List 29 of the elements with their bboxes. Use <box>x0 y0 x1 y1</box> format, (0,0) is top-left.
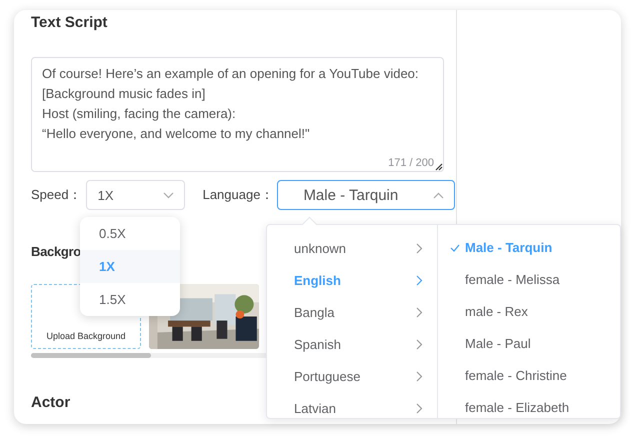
voice-option[interactable]: male - Rex <box>438 296 620 328</box>
section-title: Text Script <box>31 14 108 33</box>
chevron-down-icon <box>162 192 174 198</box>
chevron-right-icon <box>416 306 423 318</box>
section-title: Backgro <box>31 244 81 259</box>
language-option[interactable]: unknown <box>267 232 437 264</box>
language-option[interactable]: Bangla <box>267 296 437 328</box>
language-label: Language： <box>202 186 274 204</box>
language-option[interactable]: Latvian <box>267 392 437 418</box>
language-select[interactable]: Male - Tarquin <box>277 180 456 210</box>
chevron-up-icon <box>433 192 444 198</box>
chevron-right-icon <box>416 338 423 350</box>
character-counter: 171 / 200 <box>388 157 434 169</box>
chevron-right-icon <box>416 242 423 254</box>
voice-option[interactable]: female - Elizabeth <box>438 392 620 418</box>
chevron-right-icon <box>416 274 423 286</box>
section-title: Actor <box>31 394 70 411</box>
speed-label: Speed： <box>31 186 82 204</box>
check-icon <box>450 244 460 252</box>
language-option[interactable]: Portuguese <box>267 360 437 392</box>
resize-handle-icon[interactable] <box>435 163 443 171</box>
voice-option[interactable]: Male - Paul <box>438 328 620 360</box>
chevron-right-icon <box>416 370 423 382</box>
voice-option[interactable]: female - Melissa <box>438 264 620 296</box>
voice-option[interactable]: female - Christine <box>438 360 620 392</box>
chevron-right-icon <box>416 402 423 414</box>
speed-option[interactable]: 0.5X <box>80 217 180 250</box>
language-option[interactable]: Spanish <box>267 328 437 360</box>
speed-select[interactable]: 1X <box>86 180 185 210</box>
